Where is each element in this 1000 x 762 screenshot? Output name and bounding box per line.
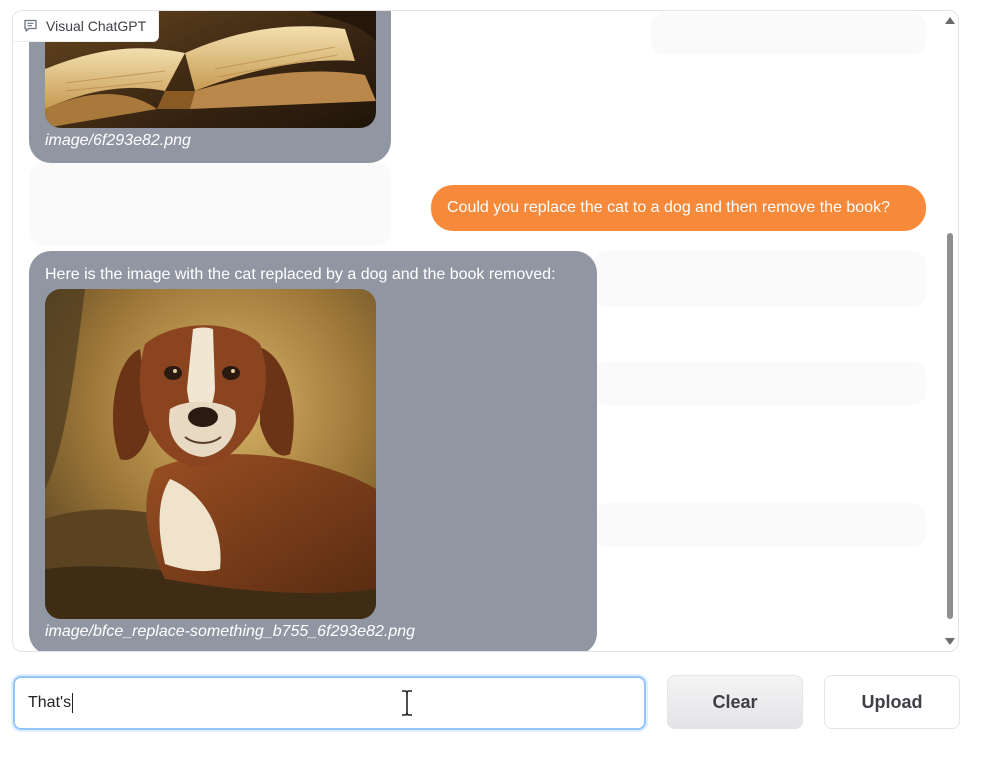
image-caption: image/bfce_replace-something_b755_6f293e…: [45, 623, 416, 640]
bot-message-bubble: Here is the image with the cat replaced …: [29, 251, 597, 651]
dog-portrait-image: [45, 289, 376, 619]
message-input-value: That's: [28, 694, 72, 711]
message-input[interactable]: That's: [13, 676, 646, 730]
panel-title: Visual ChatGPT: [46, 18, 147, 34]
scroll-down-arrow-icon[interactable]: [945, 638, 955, 645]
ghost-row: [593, 361, 926, 405]
upload-button[interactable]: Upload: [824, 675, 960, 729]
text-cursor-icon: [402, 690, 412, 716]
user-message-bubble: Could you replace the cat to a dog and t…: [431, 185, 926, 231]
clear-button[interactable]: Clear: [667, 675, 803, 729]
ghost-row: [593, 251, 926, 307]
scroll-thumb[interactable]: [947, 233, 953, 619]
chat-scrollbar[interactable]: [942, 11, 958, 651]
ghost-row: [29, 163, 391, 245]
panel-label: Visual ChatGPT: [13, 11, 160, 42]
ghost-row: [593, 503, 926, 547]
image-caption: image/6f293e82.png: [45, 132, 191, 149]
chat-icon: [23, 19, 38, 33]
scroll-up-arrow-icon[interactable]: [945, 17, 955, 24]
ghost-row: [651, 13, 926, 55]
chat-panel: Visual ChatGPT image/6f293e82.png Could …: [12, 10, 959, 652]
bot-message-text: Here is the image with the cat replaced …: [45, 266, 556, 283]
text-caret: [72, 693, 74, 713]
